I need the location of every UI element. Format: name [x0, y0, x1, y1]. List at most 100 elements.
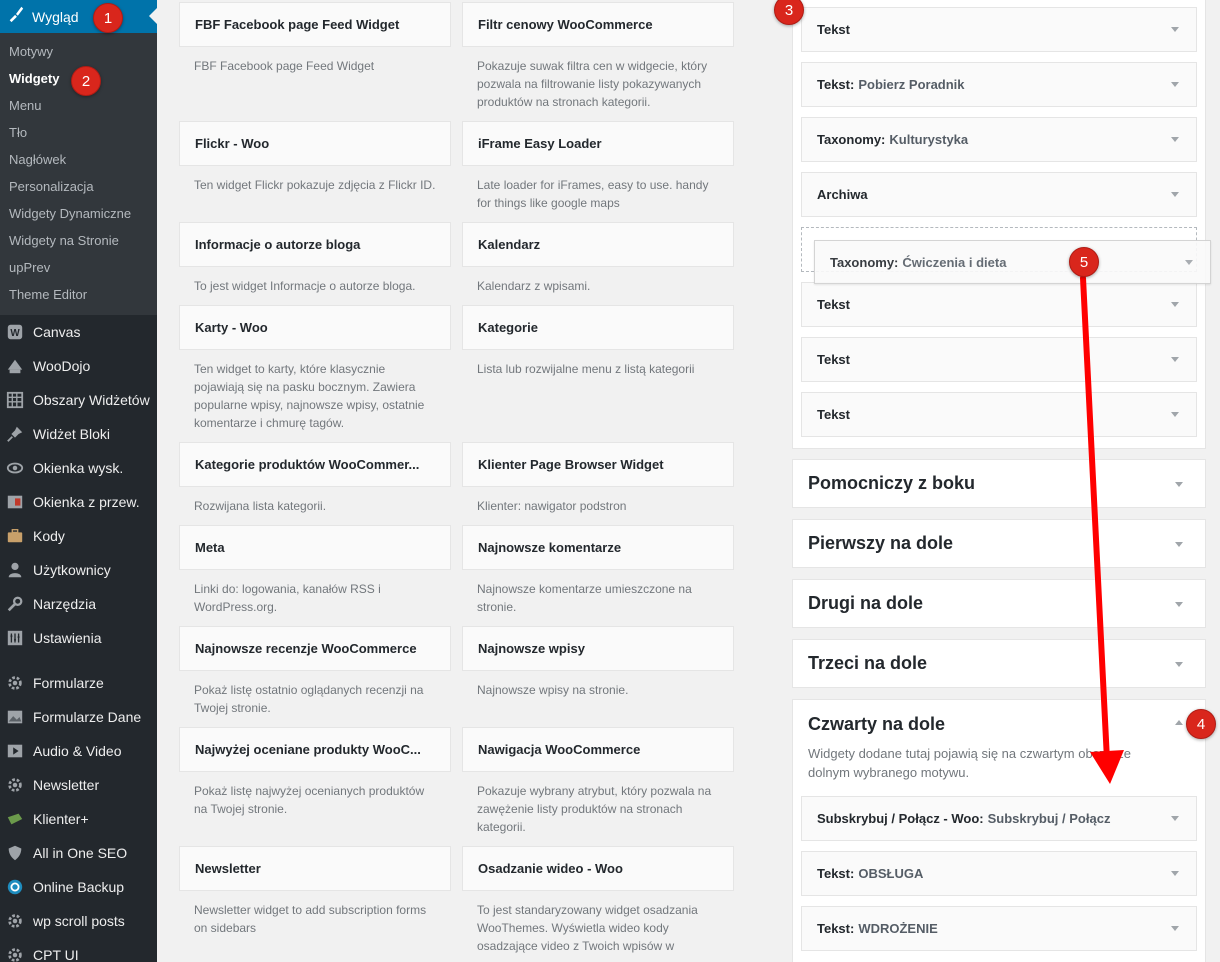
toggle-arrow-icon[interactable]: [1171, 926, 1179, 931]
available-widget[interactable]: Najnowsze komentarze Najnowsze komentarz…: [462, 525, 734, 616]
sidebar-area-pomocniczy[interactable]: Pomocniczy z boku: [792, 459, 1206, 508]
submenu-upprev[interactable]: upPrev: [0, 254, 157, 281]
widget-title[interactable]: Kategorie: [462, 305, 734, 350]
widget-title[interactable]: Najnowsze komentarze: [462, 525, 734, 570]
available-widget[interactable]: Kalendarz Kalendarz z wpisami.: [462, 222, 734, 295]
submenu-widgety-na-stronie[interactable]: Widgety na Stronie: [0, 227, 157, 254]
toggle-arrow-icon[interactable]: [1171, 412, 1179, 417]
menu-item-ustawienia[interactable]: Ustawienia: [0, 621, 157, 655]
toggle-arrow-icon[interactable]: [1185, 260, 1193, 265]
available-widget[interactable]: Informacje o autorze bloga To jest widge…: [179, 222, 451, 295]
menu-item-okienka-wysk[interactable]: Okienka wysk.: [0, 451, 157, 485]
toggle-arrow-icon[interactable]: [1171, 871, 1179, 876]
menu-item-online-backup[interactable]: Online Backup: [0, 870, 157, 904]
area-widget[interactable]: Tekst: [801, 337, 1197, 382]
available-widget[interactable]: Najnowsze wpisy Najnowsze wpisy na stron…: [462, 626, 734, 699]
menu-item-canvas[interactable]: W Canvas: [0, 315, 157, 349]
area-widget[interactable]: Tekst: [801, 392, 1197, 437]
submenu-theme-editor[interactable]: Theme Editor: [0, 281, 157, 308]
menu-item-wp-scroll-posts[interactable]: wp scroll posts: [0, 904, 157, 938]
widget-title[interactable]: Informacje o autorze bloga: [179, 222, 451, 267]
menu-item-woodojo[interactable]: WooDojo: [0, 349, 157, 383]
available-widget[interactable]: iFrame Easy Loader Late loader for iFram…: [462, 121, 734, 212]
toggle-arrow-icon[interactable]: [1171, 816, 1179, 821]
submenu-menu[interactable]: Menu: [0, 92, 157, 119]
expand-arrow-icon[interactable]: [1175, 542, 1183, 547]
menu-item-audio-video[interactable]: Audio & Video: [0, 734, 157, 768]
available-widget[interactable]: Osadzanie wideo - Woo To jest standaryzo…: [462, 846, 734, 955]
area-widget[interactable]: Tekst: [801, 282, 1197, 327]
widget-title[interactable]: iFrame Easy Loader: [462, 121, 734, 166]
area-widget[interactable]: Tekst: Pobierz Poradnik: [801, 62, 1197, 107]
available-widget[interactable]: Kategorie Lista lub rozwijalne menu z li…: [462, 305, 734, 378]
available-widget[interactable]: Newsletter Newsletter widget to add subs…: [179, 846, 451, 937]
widget-title[interactable]: Najnowsze wpisy: [462, 626, 734, 671]
toggle-arrow-icon[interactable]: [1171, 137, 1179, 142]
dragging-widget[interactable]: Taxonomy: Ćwiczenia i dieta: [814, 240, 1211, 284]
menu-item-formularze-dane[interactable]: Formularze Dane: [0, 700, 157, 734]
area-widget[interactable]: Archiwa: [801, 172, 1197, 217]
available-widget[interactable]: Karty - Woo Ten widget to karty, które k…: [179, 305, 451, 432]
menu-item-obszary-widzetow[interactable]: Obszary Widżetów: [0, 383, 157, 417]
menu-item-wyglad[interactable]: Wygląd: [0, 0, 157, 33]
toggle-arrow-icon[interactable]: [1171, 357, 1179, 362]
available-widget[interactable]: Flickr - Woo Ten widget Flickr pokazuje …: [179, 121, 451, 194]
toggle-arrow-icon[interactable]: [1171, 302, 1179, 307]
submenu-tlo[interactable]: Tło: [0, 119, 157, 146]
submenu-motywy[interactable]: Motywy: [0, 38, 157, 65]
toggle-arrow-icon[interactable]: [1171, 27, 1179, 32]
widget-title[interactable]: Kalendarz: [462, 222, 734, 267]
area-widget[interactable]: Subskrybuj / Połącz - Woo: Subskrybuj / …: [801, 796, 1197, 841]
area-widget[interactable]: Tekst: [801, 7, 1197, 52]
menu-item-all-in-one-seo[interactable]: All in One SEO: [0, 836, 157, 870]
available-widget[interactable]: FBF Facebook page Feed Widget FBF Facebo…: [179, 2, 451, 75]
menu-item-uzytkownicy[interactable]: Użytkownicy: [0, 553, 157, 587]
available-widget[interactable]: Najnowsze recenzje WooCommerce Pokaż lis…: [179, 626, 451, 717]
expand-arrow-icon[interactable]: [1175, 662, 1183, 667]
toggle-arrow-icon[interactable]: [1171, 82, 1179, 87]
widget-title[interactable]: Flickr - Woo: [179, 121, 451, 166]
expand-arrow-icon[interactable]: [1175, 482, 1183, 487]
menu-label-ustawienia: Ustawienia: [33, 630, 102, 646]
widget-title[interactable]: Kategorie produktów WooCommer...: [179, 442, 451, 487]
available-widget[interactable]: Meta Linki do: logowania, kanałów RSS i …: [179, 525, 451, 616]
area-widget[interactable]: Tekst: WDROŻENIE: [801, 906, 1197, 951]
menu-label-online-backup: Online Backup: [33, 879, 125, 895]
sidebar-area-trzeci[interactable]: Trzeci na dole: [792, 639, 1206, 688]
submenu-widgety-dynamiczne[interactable]: Widgety Dynamiczne: [0, 200, 157, 227]
menu-item-cpt-ui[interactable]: CPT UI: [0, 938, 157, 962]
widget-title[interactable]: Nawigacja WooCommerce: [462, 727, 734, 772]
available-widget[interactable]: Kategorie produktów WooCommer... Rozwija…: [179, 442, 451, 515]
menu-item-klienter[interactable]: Klienter+: [0, 802, 157, 836]
menu-item-formularze[interactable]: Formularze: [0, 666, 157, 700]
menu-item-narzedzia[interactable]: Narzędzia: [0, 587, 157, 621]
sidebar-area-drugi[interactable]: Drugi na dole: [792, 579, 1206, 628]
menu-label-obszary: Obszary Widżetów: [33, 392, 150, 408]
widget-title[interactable]: Filtr cenowy WooCommerce: [462, 2, 734, 47]
toggle-arrow-icon[interactable]: [1171, 192, 1179, 197]
widget-title[interactable]: Najwyżej oceniane produkty WooC...: [179, 727, 451, 772]
menu-item-okienka-z-przew[interactable]: Okienka z przew.: [0, 485, 157, 519]
available-widget[interactable]: Filtr cenowy WooCommerce Pokazuje suwak …: [462, 2, 734, 111]
available-widget[interactable]: Najwyżej oceniane produkty WooC... Pokaż…: [179, 727, 451, 818]
menu-item-widzet-bloki[interactable]: Widżet Bloki: [0, 417, 157, 451]
widget-title[interactable]: FBF Facebook page Feed Widget: [179, 2, 451, 47]
menu-item-kody[interactable]: Kody: [0, 519, 157, 553]
widget-title[interactable]: Karty - Woo: [179, 305, 451, 350]
available-widget[interactable]: Klienter Page Browser Widget Klienter: n…: [462, 442, 734, 515]
area-widget[interactable]: Taxonomy: Kulturystyka: [801, 117, 1197, 162]
widget-title[interactable]: Klienter Page Browser Widget: [462, 442, 734, 487]
widget-title[interactable]: Osadzanie wideo - Woo: [462, 846, 734, 891]
area-widget[interactable]: Tekst: OBSŁUGA: [801, 851, 1197, 896]
submenu-personalizacja[interactable]: Personalizacja: [0, 173, 157, 200]
sidebar-area-title[interactable]: Czwarty na dole: [808, 714, 945, 735]
collapse-arrow-icon[interactable]: [1175, 720, 1183, 725]
widget-title[interactable]: Najnowsze recenzje WooCommerce: [179, 626, 451, 671]
widget-title[interactable]: Meta: [179, 525, 451, 570]
sidebar-area-pierwszy[interactable]: Pierwszy na dole: [792, 519, 1206, 568]
expand-arrow-icon[interactable]: [1175, 602, 1183, 607]
widget-title[interactable]: Newsletter: [179, 846, 451, 891]
menu-item-newsletter[interactable]: Newsletter: [0, 768, 157, 802]
submenu-naglowek[interactable]: Nagłówek: [0, 146, 157, 173]
available-widget[interactable]: Nawigacja WooCommerce Pokazuje wybrany a…: [462, 727, 734, 836]
